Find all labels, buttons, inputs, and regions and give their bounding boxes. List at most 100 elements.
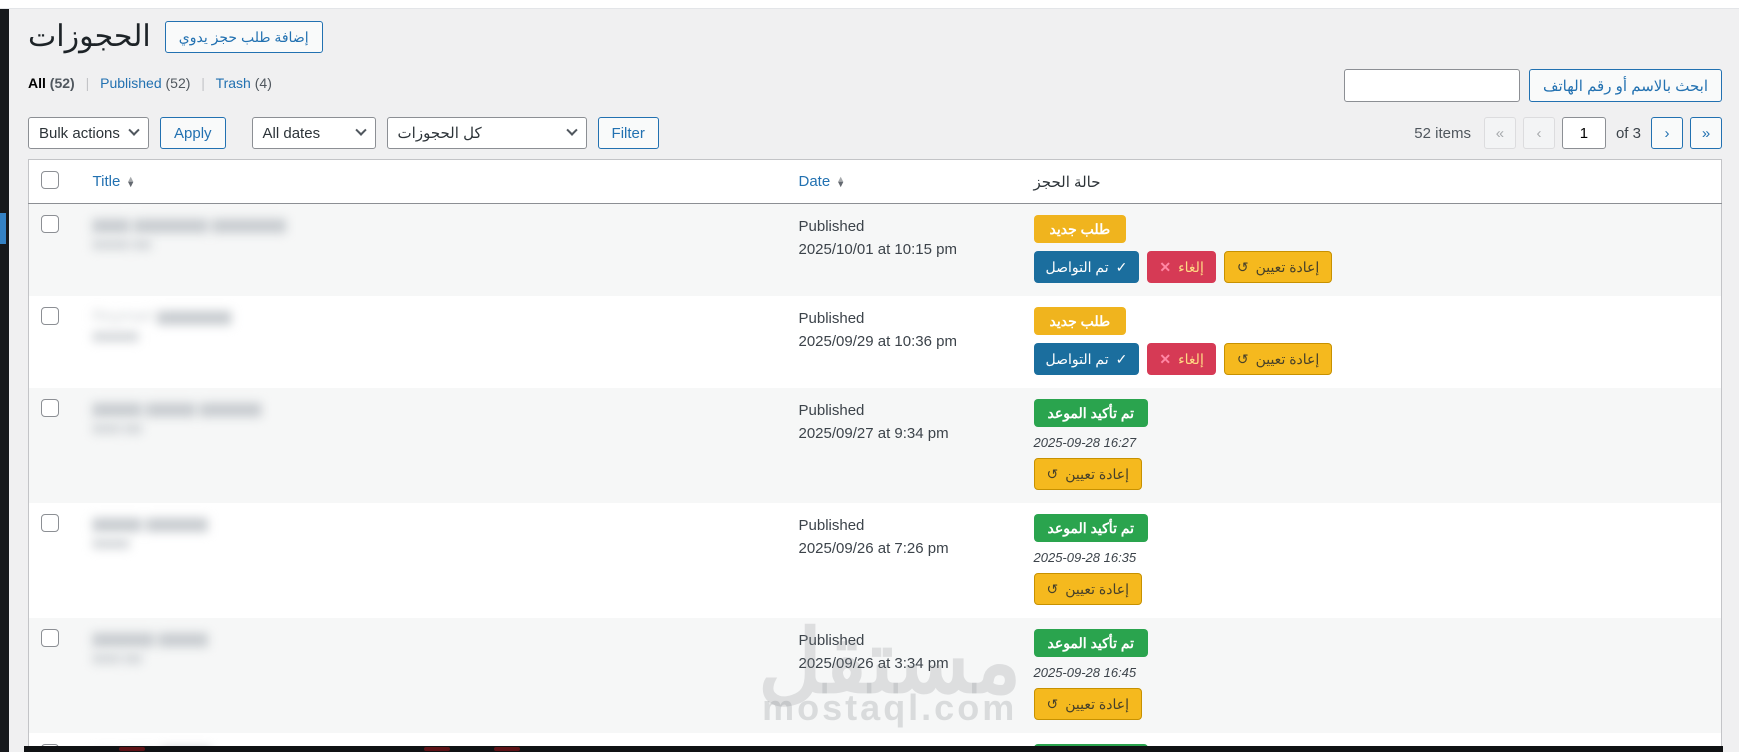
select-all-checkbox[interactable] [41,171,59,189]
published-label: Published [798,218,865,235]
booking-title-redacted[interactable]: Reymart ▆▆▆▆▆▆ [93,307,775,328]
bookings-table: Title ▲ ▼ Date ▲ ▼ حالة الحجز ▆▆▆ ▆▆▆▆▆▆ ▆▆▆… [28,159,1722,752]
table-row: ▆▆▆▆ ▆▆▆▆ ▆▆▆▆▆ ▆▆▆ ▆▆ Published 2025/09… [28,388,1722,503]
row-checkbox[interactable] [41,215,59,233]
row-checkbox[interactable] [41,514,59,532]
add-manual-booking-button[interactable]: إضافة طلب حجز يدوي [164,21,323,53]
table-header-row: Title ▲ ▼ Date ▲ ▼ حالة الحجز [28,159,1722,204]
view-published-link[interactable]: Published (52) [100,75,190,91]
last-page-button[interactable]: » [1690,117,1722,149]
booking-title-redacted[interactable]: ▆▆▆▆▆ ▆▆▆▆ [93,629,775,650]
published-label: Published [798,310,865,327]
row-checkbox[interactable] [41,629,59,647]
bookings-filter-value: كل الحجوزات [397,125,482,142]
reset-status-button[interactable]: ↺ إعادة تعيين [1033,458,1142,490]
chevron-down-icon [128,124,140,136]
items-count: 52 items [1414,124,1471,142]
pagination: 52 items « ‹ of 3 › » [1414,117,1722,149]
published-date: 2025/10/01 at 10:15 pm [798,241,957,259]
booking-title-redacted[interactable]: ▆▆▆▆ ▆▆▆▆ ▆▆▆▆▆ [93,399,775,420]
bulk-actions-value: Bulk actions [39,124,120,142]
view-all-link[interactable]: All (52) [28,75,75,91]
current-page-input[interactable] [1561,117,1606,149]
sort-icon: ▲ ▼ [836,174,846,190]
published-date: 2025/09/26 at 7:26 pm [798,540,949,558]
admin-left-edge [0,9,9,752]
next-page-button[interactable]: › [1651,117,1683,149]
undo-icon: ↺ [1236,351,1249,367]
chevron-down-icon [565,124,578,136]
cross-icon: ✕ [1159,259,1172,275]
separator: | [85,75,90,91]
mark-contacted-button[interactable]: تم التواصل ✓ [1033,251,1140,283]
status-badge-confirmed: تم تأكيد الموعد [1033,399,1149,427]
status-badge-confirmed: تم تأكيد الموعد [1033,514,1149,542]
prev-page-button[interactable]: ‹ [1522,117,1555,149]
dates-filter-value: All dates [262,124,321,142]
status-badge-new: طلب جديد [1033,307,1127,335]
cross-icon: ✕ [1159,351,1172,367]
bookings-filter-select[interactable]: كل الحجوزات [386,117,587,149]
published-date: 2025/09/26 at 3:34 pm [798,655,949,673]
booking-subtitle-redacted: ▆▆▆ ▆▆ [92,649,142,664]
dates-filter-select[interactable]: All dates [251,117,376,149]
search-button[interactable]: ابحث بالاسم أو رقم الهاتف [1528,69,1722,102]
booking-title-redacted[interactable]: ▆▆▆▆ ▆▆▆▆▆ [93,514,775,535]
published-label: Published [798,632,865,649]
published-label: Published [798,402,865,419]
published-date: 2025/09/27 at 9:34 pm [798,425,949,443]
sort-icon: ▲ ▼ [126,174,136,190]
table-toolbar: Bulk actions Apply All dates كل الحجوزات… [28,117,1722,149]
title-column-label: Title [92,173,121,190]
reset-status-button[interactable]: ↺ إعادة تعيين [1223,343,1333,375]
published-date: 2025/09/29 at 10:36 pm [798,333,957,351]
row-checkbox[interactable] [41,399,59,417]
status-badge-confirmed: تم تأكيد الموعد [1033,629,1149,657]
views-row: All (52) | Published (52) | Trash (4) اب… [28,69,1722,102]
bulk-actions-select[interactable]: Bulk actions [28,117,149,149]
column-header-status: حالة الحجز [1021,159,1722,204]
reset-status-button[interactable]: ↺ إعادة تعيين [1223,251,1333,283]
table-row: Reymart ▆▆▆▆▆▆ ▆▆▆▆▆ Published 2025/09/2… [29,296,1722,388]
mark-contacted-button[interactable]: تم التواصل ✓ [1033,343,1140,375]
bookings-page: الحجوزات إضافة طلب حجز يدوي All (52) | P… [28,0,1722,752]
undo-icon: ↺ [1046,466,1059,482]
booking-subtitle-redacted: ▆▆▆▆ [92,534,130,549]
published-label: Published [798,517,865,534]
booking-subtitle-redacted: ▆▆▆▆▆ [92,327,139,342]
chevron-down-icon [354,124,367,136]
scroll-marker [0,213,6,244]
bulk-filter-controls: Bulk actions Apply All dates كل الحجوزات… [28,117,659,149]
booking-subtitle-redacted: ▆▆▆▆ ▆▆ [92,235,152,250]
reset-status-button[interactable]: ↺ إعادة تعيين [1033,688,1142,720]
first-page-button[interactable]: « [1483,117,1516,149]
table-row: ▆▆▆▆ ▆▆▆▆▆ ▆▆▆▆ Published 2025/09/26 at … [29,503,1722,618]
apply-button[interactable]: Apply [160,117,226,149]
row-checkbox[interactable] [41,307,59,325]
search-box: ابحث بالاسم أو رقم الهاتف [1343,69,1722,102]
column-header-date[interactable]: Date ▲ ▼ [786,159,1022,204]
view-filter-links: All (52) | Published (52) | Trash (4) [28,69,272,91]
bottom-band-mark [494,747,520,751]
check-icon: ✓ [1115,351,1128,367]
filter-button[interactable]: Filter [597,117,659,149]
table-row: ▆▆▆ ▆▆▆▆▆▆ ▆▆▆▆▆▆ ▆▆▆▆ ▆▆ Published 2025… [28,203,1722,296]
bottom-edge-band [24,746,1723,752]
view-trash-link[interactable]: Trash (4) [216,75,272,91]
status-timestamp: 2025-09-28 16:35 [1033,550,1137,565]
status-timestamp: 2025-09-28 16:27 [1033,435,1137,450]
column-header-title[interactable]: Title ▲ ▼ [80,159,787,204]
cancel-booking-button[interactable]: ✕ إلغاء [1147,343,1216,375]
separator: | [201,75,205,91]
booking-subtitle-redacted: ▆▆▆ ▆▆ [92,419,142,434]
check-icon: ✓ [1115,259,1128,275]
status-badge-new: طلب جديد [1033,215,1127,243]
reset-status-button[interactable]: ↺ إعادة تعيين [1033,573,1142,605]
total-pages-label: of 3 [1615,124,1641,142]
undo-icon: ↺ [1046,581,1059,597]
bottom-band-mark [424,747,450,751]
search-input[interactable] [1343,69,1520,102]
booking-title-redacted[interactable]: ▆▆▆ ▆▆▆▆▆▆ ▆▆▆▆▆▆ [93,215,775,236]
undo-icon: ↺ [1236,259,1249,275]
cancel-booking-button[interactable]: ✕ إلغاء [1147,251,1216,283]
